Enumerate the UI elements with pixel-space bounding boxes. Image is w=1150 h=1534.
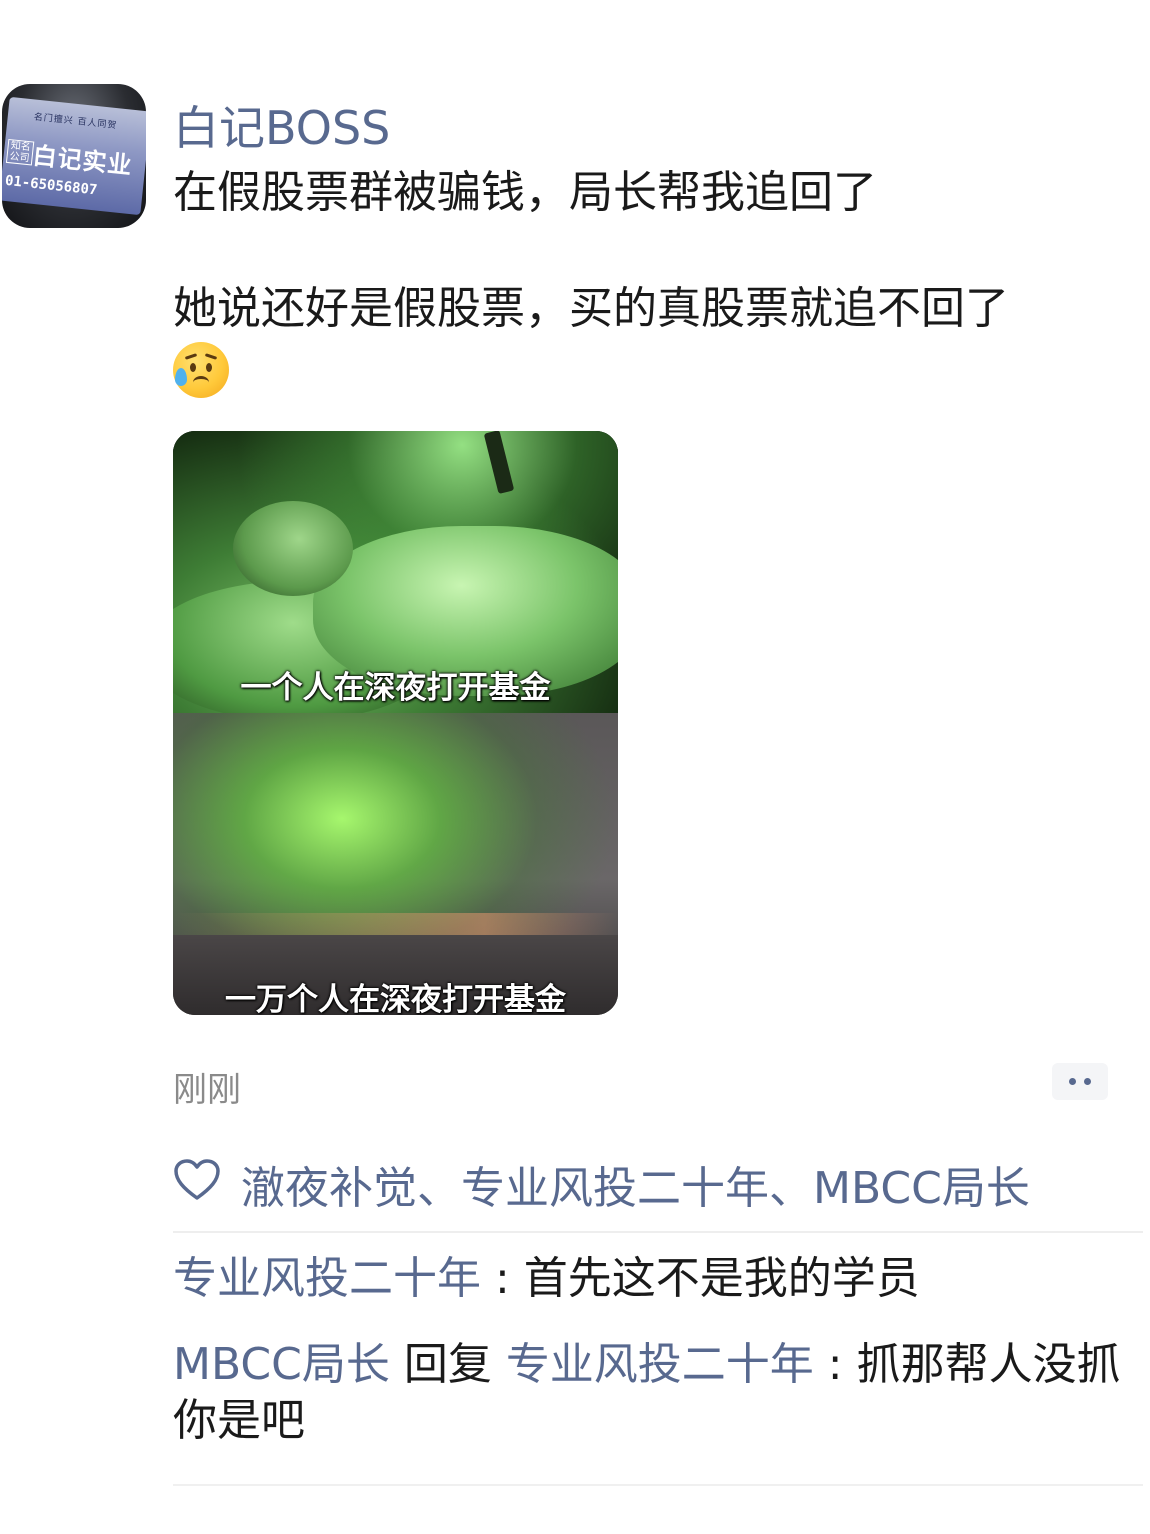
post-bottom-divider <box>173 1484 1143 1486</box>
more-dot-icon <box>1069 1078 1076 1085</box>
comment-reply-word: 回复 <box>389 1339 506 1390</box>
comment-user[interactable]: MBCC局长 <box>173 1339 390 1390</box>
comment-separator: : <box>813 1339 857 1390</box>
comment-reply-to-user[interactable]: 专业风投二十年 <box>506 1339 814 1390</box>
comment-separator: : <box>481 1253 524 1304</box>
post-line-2: 她说还好是假股票，买的真股票就追不回了 <box>173 283 1009 334</box>
sad-relieved-face-emoji-icon <box>173 342 229 398</box>
post-author[interactable]: 白记BOSS <box>173 92 390 158</box>
post-text: 在假股票群被骗钱，局长帮我追回了 她说还好是假股票，买的真股票就追不回了 <box>173 164 1123 398</box>
more-dot-icon <box>1084 1078 1091 1085</box>
meme-panel-top: 一个人在深夜打开基金 <box>173 431 618 721</box>
meme-caption-top: 一个人在深夜打开基金 <box>240 670 551 706</box>
comment-user[interactable]: 专业风投二十年 <box>173 1253 481 1304</box>
likes-row: 澈夜补觉、专业风投二十年、MBCC局长 <box>173 1152 1143 1214</box>
avatar-sign-small-text: 名门擅兴 百人同贺 <box>33 112 118 132</box>
post-timestamp: 刚刚 <box>173 1070 241 1110</box>
avatar-sign-phone: 01-65056807 <box>4 172 99 199</box>
meme-caption-bottom: 一万个人在深夜打开基金 <box>225 982 566 1015</box>
meme-panel-bottom <box>173 713 618 1015</box>
likes-names[interactable]: 澈夜补觉、专业风投二十年、MBCC局长 <box>241 1152 1030 1216</box>
post-line-1: 在假股票群被骗钱，局长帮我追回了 <box>173 167 877 218</box>
avatar[interactable]: 名门擅兴 百人同贺 知名公司 白记实业 01-65056807 <box>2 84 146 228</box>
more-options-button[interactable] <box>1052 1063 1108 1100</box>
post-image[interactable]: 一个人在深夜打开基金 一万个人在深夜打开基金 <box>173 431 618 1015</box>
likes-divider <box>173 1231 1143 1233</box>
comment-text: 首先这不是我的学员 <box>523 1253 920 1304</box>
avatar-sign: 名门擅兴 百人同贺 知名公司 白记实业 01-65056807 <box>2 96 146 216</box>
comment-item[interactable]: MBCC局长 回复 专业风投二十年 : 抓那帮人没抓你是吧 <box>173 1337 1123 1449</box>
avatar-sign-tag: 知名公司 <box>5 138 35 166</box>
avatar-sign-brand: 白记实业 <box>31 141 134 180</box>
comment-item[interactable]: 专业风投二十年 : 首先这不是我的学员 <box>173 1251 1123 1307</box>
heart-outline-icon <box>174 1159 220 1200</box>
